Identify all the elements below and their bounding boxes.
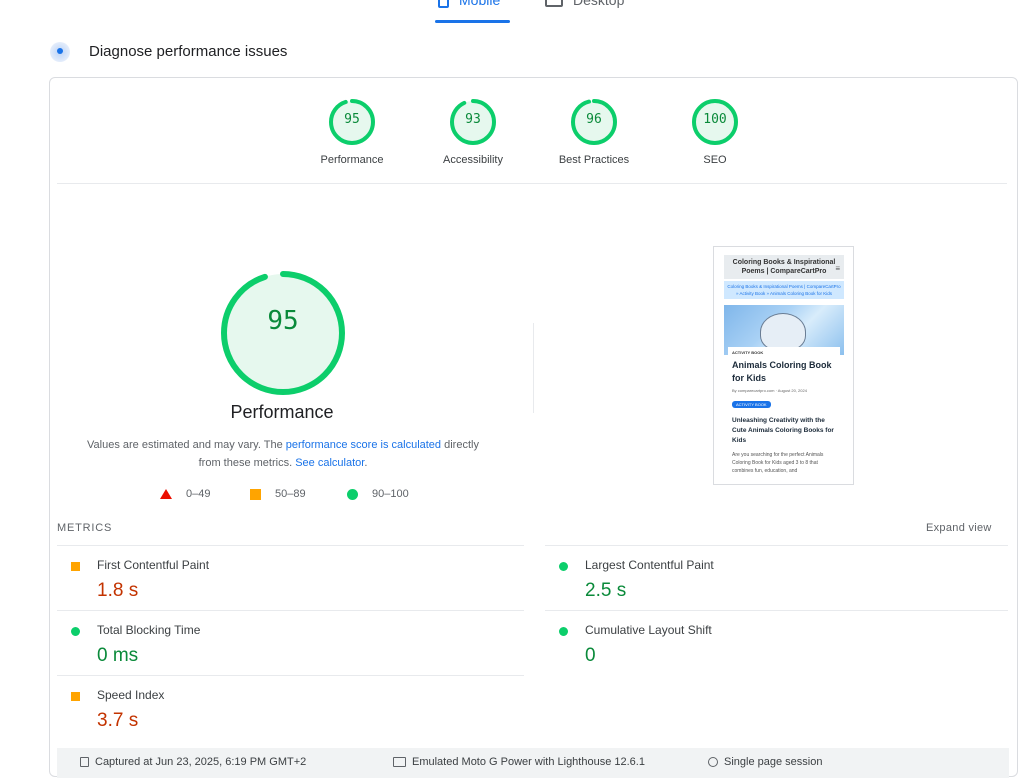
- thumb-site-title: Coloring Books & Inspirational Poems | C…: [732, 259, 836, 275]
- gauge-score: 93: [465, 112, 481, 127]
- average-square-icon: [71, 692, 80, 701]
- calendar-icon: [80, 757, 89, 767]
- score-gauge-seo[interactable]: 100 SEO: [660, 98, 770, 166]
- device-text: Emulated Moto G Power with Lighthouse 12…: [412, 756, 645, 768]
- gauge-label: SEO: [703, 154, 727, 166]
- performance-score-link[interactable]: performance score is calculated: [286, 439, 441, 451]
- thumb-subtitle: Unleashing Creativity with the Cute Anim…: [732, 417, 834, 444]
- triangle-icon: [160, 489, 172, 499]
- divider: [545, 610, 1008, 611]
- menu-icon: ≡: [835, 264, 840, 273]
- metric-value: 3.7 s: [97, 710, 139, 731]
- active-tab-indicator: [435, 20, 510, 23]
- gauge-ring: 100: [691, 98, 739, 146]
- gauge-score: 96: [586, 112, 602, 127]
- gauge-ring: 96: [570, 98, 618, 146]
- divider: [533, 323, 534, 413]
- divider: [57, 545, 524, 546]
- divider: [57, 610, 524, 611]
- divider: [545, 545, 1008, 546]
- thumb-post-meta: By comparecartpro.com · August 20, 2024: [732, 388, 807, 393]
- captured-text: Captured at Jun 23, 2025, 6:19 PM GMT+2: [95, 756, 307, 768]
- metric-title: Cumulative Layout Shift: [585, 623, 712, 637]
- legend-range: 90–100: [372, 488, 409, 500]
- monitor-icon: [545, 0, 563, 7]
- gauge-ring: 95: [328, 98, 376, 146]
- note-text: Values are estimated and may vary. The: [87, 439, 286, 451]
- thumb-body-text: Are you searching for the perfect Animal…: [732, 452, 824, 474]
- emulated-device: Emulated Moto G Power with Lighthouse 12…: [393, 756, 645, 768]
- square-icon: [250, 488, 261, 500]
- gauge-label: Best Practices: [558, 154, 630, 166]
- divider: [57, 183, 1007, 184]
- circle-icon: [347, 488, 358, 500]
- legend-range: 0–49: [186, 488, 211, 500]
- session-text: Single page session: [724, 756, 823, 768]
- device-icon: [393, 757, 406, 767]
- metric-total-blocking-time: Total Blocking Time 0 ms: [57, 613, 507, 675]
- metric-value: 2.5 s: [585, 580, 627, 601]
- performance-title: Performance: [230, 402, 334, 422]
- metric-title: First Contentful Paint: [97, 558, 210, 572]
- metrics-heading: METRICS: [57, 522, 113, 534]
- metric-cumulative-layout-shift: Cumulative Layout Shift 0: [545, 613, 995, 675]
- tab-desktop[interactable]: Desktop: [545, 0, 624, 8]
- tab-mobile-label: Mobile: [459, 0, 501, 8]
- page-screenshot-thumbnail[interactable]: Coloring Books & Inspirational Poems | C…: [713, 246, 854, 485]
- good-circle-icon: [71, 627, 80, 636]
- thumb-category-button: ACTIVITY BOOK: [732, 401, 771, 408]
- metric-first-contentful-paint: First Contentful Paint 1.8 s: [57, 548, 507, 610]
- gauge-score: 95: [344, 112, 360, 127]
- metric-speed-index: Speed Index 3.7 s: [57, 678, 507, 740]
- metric-title: Speed Index: [97, 688, 165, 702]
- gauge-label: Performance: [320, 154, 384, 166]
- diagnose-icon: [50, 42, 70, 62]
- average-square-icon: [71, 562, 80, 571]
- expand-view-button[interactable]: Expand view: [926, 522, 992, 534]
- metric-largest-contentful-paint: Largest Contentful Paint 2.5 s: [545, 548, 995, 610]
- good-circle-icon: [559, 627, 568, 636]
- legend-range: 50–89: [275, 488, 306, 500]
- divider: [57, 675, 524, 676]
- phone-icon: [438, 0, 449, 8]
- session-icon: [708, 757, 718, 767]
- good-circle-icon: [559, 562, 568, 571]
- session-type: Single page session: [708, 756, 822, 768]
- tab-desktop-label: Desktop: [573, 0, 625, 8]
- performance-score: 95: [267, 306, 299, 336]
- elephant-illustration: [760, 313, 806, 351]
- metric-value: 1.8 s: [97, 580, 139, 601]
- thumb-breadcrumb: Coloring Books & Inspirational Poems | C…: [724, 281, 844, 299]
- score-gauge-performance[interactable]: 95 Performance: [297, 98, 407, 166]
- thumb-category: ACTIVITY BOOK: [732, 350, 764, 355]
- thumb-site-header: Coloring Books & Inspirational Poems | C…: [724, 255, 844, 279]
- tab-mobile[interactable]: Mobile: [438, 0, 500, 8]
- see-calculator-link[interactable]: See calculator: [295, 457, 364, 469]
- gauge-label: Accessibility: [443, 154, 503, 166]
- gauge-ring: 93: [449, 98, 497, 146]
- legend-poor: 0–49: [160, 488, 210, 500]
- thumb-post-title: Animals Coloring Book for Kids: [732, 360, 832, 383]
- captured-at: Captured at Jun 23, 2025, 6:19 PM GMT+2: [80, 756, 306, 768]
- metric-title: Largest Contentful Paint: [585, 558, 714, 572]
- gauge-score: 100: [703, 112, 727, 127]
- note-text: .: [364, 457, 368, 469]
- page-title: Diagnose performance issues: [89, 43, 288, 60]
- metric-title: Total Blocking Time: [97, 623, 201, 637]
- score-note: Values are estimated and may vary. The p…: [80, 436, 486, 472]
- metric-value: 0: [585, 645, 596, 666]
- legend-good: 90–100: [347, 488, 409, 500]
- metric-value: 0 ms: [97, 645, 139, 666]
- score-gauge-accessibility[interactable]: 93 Accessibility: [418, 98, 528, 166]
- score-gauge-best-practices[interactable]: 96 Best Practices: [539, 98, 649, 166]
- legend-average: 50–89: [250, 488, 306, 500]
